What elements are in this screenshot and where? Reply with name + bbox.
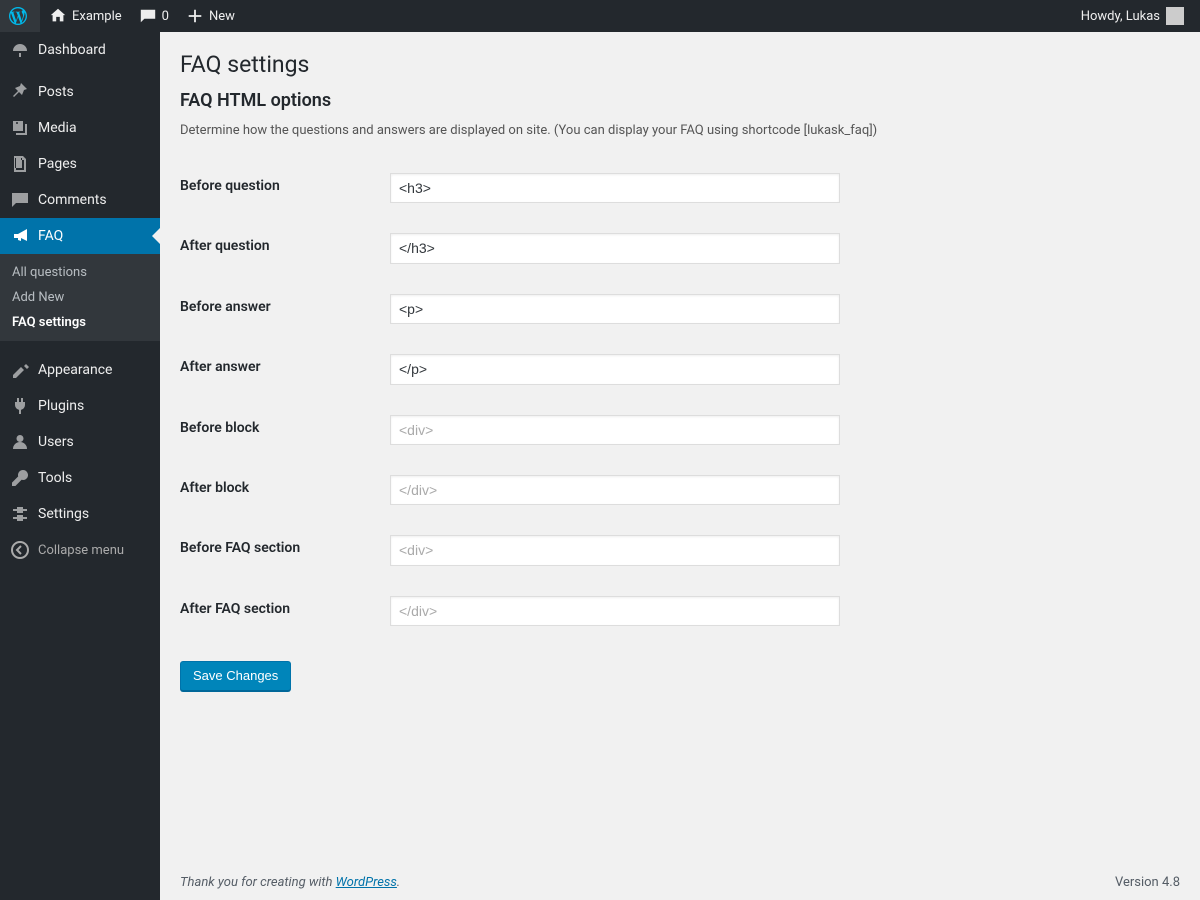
setting-row: Before block bbox=[180, 400, 1180, 460]
setting-row: After answer bbox=[180, 339, 1180, 399]
avatar-icon bbox=[1166, 7, 1184, 25]
sidebar-item-media[interactable]: Media bbox=[0, 110, 160, 146]
setting-row: Before answer bbox=[180, 279, 1180, 339]
sidebar-item-label: Settings bbox=[38, 506, 89, 522]
admin-toolbar: Example 0 New Howdy, Lukas bbox=[0, 0, 1200, 32]
users-icon bbox=[10, 432, 30, 452]
footer-thanks: Thank you for creating with WordPress. bbox=[180, 875, 400, 890]
sidebar-item-appearance[interactable]: Appearance bbox=[0, 352, 160, 388]
setting-label: After FAQ section bbox=[180, 581, 380, 641]
sidebar-item-users[interactable]: Users bbox=[0, 424, 160, 460]
collapse-icon bbox=[10, 540, 30, 560]
wordpress-link[interactable]: WordPress bbox=[336, 875, 397, 890]
plugin-icon bbox=[10, 396, 30, 416]
sidebar-item-dashboard[interactable]: Dashboard bbox=[0, 32, 160, 68]
save-button[interactable]: Save Changes bbox=[180, 661, 291, 691]
new-content-link[interactable]: New bbox=[177, 0, 243, 32]
dashboard-icon bbox=[10, 40, 30, 60]
sidebar-item-label: Pages bbox=[38, 156, 77, 172]
sidebar-item-label: Appearance bbox=[38, 362, 112, 378]
setting-input[interactable] bbox=[390, 535, 840, 565]
megaphone-icon bbox=[10, 226, 30, 246]
comment-icon bbox=[138, 6, 158, 26]
sidebar-item-label: Plugins bbox=[38, 398, 84, 414]
setting-row: After block bbox=[180, 460, 1180, 520]
media-icon bbox=[10, 118, 30, 138]
howdy-text: Howdy, Lukas bbox=[1081, 9, 1160, 24]
plus-icon bbox=[185, 6, 205, 26]
version-text: Version 4.8 bbox=[1115, 875, 1180, 890]
comments-icon bbox=[10, 190, 30, 210]
comments-link[interactable]: 0 bbox=[130, 0, 177, 32]
submenu-item[interactable]: All questions bbox=[0, 260, 160, 285]
setting-input[interactable] bbox=[390, 415, 840, 445]
sidebar-item-posts[interactable]: Posts bbox=[0, 74, 160, 110]
page-subtitle: FAQ HTML options bbox=[180, 90, 1180, 111]
setting-label: Before FAQ section bbox=[180, 520, 380, 580]
admin-footer: Thank you for creating with WordPress. V… bbox=[180, 875, 1180, 890]
sidebar-item-pages[interactable]: Pages bbox=[0, 146, 160, 182]
submenu-item[interactable]: Add New bbox=[0, 285, 160, 310]
page-description: Determine how the questions and answers … bbox=[180, 123, 1180, 138]
sidebar-item-label: FAQ bbox=[38, 228, 63, 244]
sidebar-item-label: Dashboard bbox=[38, 42, 106, 58]
admin-sidebar: Dashboard Posts Media Pages Comments FAQ All q… bbox=[0, 32, 160, 900]
comments-count: 0 bbox=[162, 9, 169, 24]
site-name: Example bbox=[72, 9, 122, 24]
collapse-menu-button[interactable]: Collapse menu bbox=[0, 532, 160, 568]
sidebar-submenu: All questionsAdd NewFAQ settings bbox=[0, 254, 160, 341]
settings-icon bbox=[10, 504, 30, 524]
sidebar-item-plugins[interactable]: Plugins bbox=[0, 388, 160, 424]
setting-row: Before question bbox=[180, 158, 1180, 218]
sidebar-item-label: Posts bbox=[38, 84, 74, 100]
sidebar-item-settings[interactable]: Settings bbox=[0, 496, 160, 532]
setting-label: After block bbox=[180, 460, 380, 520]
settings-form: Before questionAfter questionBefore answ… bbox=[180, 158, 1180, 641]
collapse-label: Collapse menu bbox=[38, 543, 124, 558]
home-icon bbox=[48, 6, 68, 26]
setting-label: Before question bbox=[180, 158, 380, 218]
pages-icon bbox=[10, 154, 30, 174]
sidebar-item-comments[interactable]: Comments bbox=[0, 182, 160, 218]
page-title: FAQ settings bbox=[180, 42, 1180, 82]
tools-icon bbox=[10, 468, 30, 488]
site-name-link[interactable]: Example bbox=[40, 0, 130, 32]
setting-row: After question bbox=[180, 218, 1180, 278]
appearance-icon bbox=[10, 360, 30, 380]
submenu-item[interactable]: FAQ settings bbox=[0, 310, 160, 335]
setting-input[interactable] bbox=[390, 475, 840, 505]
content-area: FAQ settings FAQ HTML options Determine … bbox=[160, 32, 1200, 900]
setting-row: After FAQ section bbox=[180, 581, 1180, 641]
sidebar-item-label: Users bbox=[38, 434, 74, 450]
pin-icon bbox=[10, 82, 30, 102]
sidebar-item-label: Comments bbox=[38, 192, 107, 208]
setting-input[interactable] bbox=[390, 294, 840, 324]
setting-label: After answer bbox=[180, 339, 380, 399]
setting-label: Before answer bbox=[180, 279, 380, 339]
setting-input[interactable] bbox=[390, 173, 840, 203]
setting-input[interactable] bbox=[390, 354, 840, 384]
sidebar-item-faq[interactable]: FAQ bbox=[0, 218, 160, 254]
account-link[interactable]: Howdy, Lukas bbox=[1073, 0, 1192, 32]
setting-row: Before FAQ section bbox=[180, 520, 1180, 580]
setting-input[interactable] bbox=[390, 233, 840, 263]
setting-input[interactable] bbox=[390, 596, 840, 626]
wordpress-icon bbox=[8, 6, 28, 26]
new-label: New bbox=[209, 9, 235, 24]
setting-label: Before block bbox=[180, 400, 380, 460]
wp-logo-button[interactable] bbox=[0, 0, 40, 32]
sidebar-item-label: Tools bbox=[38, 470, 72, 486]
sidebar-item-label: Media bbox=[38, 120, 77, 136]
sidebar-item-tools[interactable]: Tools bbox=[0, 460, 160, 496]
setting-label: After question bbox=[180, 218, 380, 278]
